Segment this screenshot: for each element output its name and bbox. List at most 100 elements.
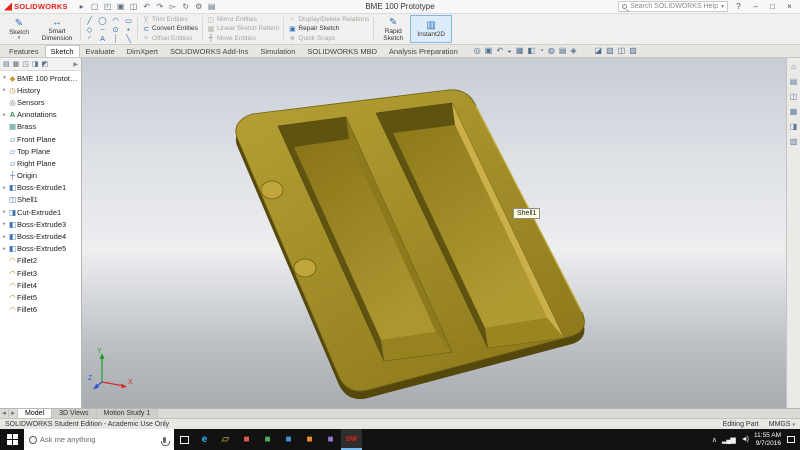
polygon-icon[interactable]: ◇ bbox=[83, 25, 96, 34]
tree-item[interactable]: ▦ Brass bbox=[1, 121, 81, 133]
view-settings-icon[interactable]: ◈ bbox=[570, 46, 576, 56]
redo-icon[interactable]: ↷ bbox=[154, 1, 166, 13]
app-green-icon[interactable]: ■ bbox=[257, 429, 278, 450]
app-purple-icon[interactable]: ■ bbox=[320, 429, 341, 450]
instant2d-button[interactable]: ▥ Instant2D bbox=[410, 15, 452, 43]
expand-caret-icon[interactable]: ▸ bbox=[1, 112, 8, 118]
featuremanager-tab[interactable]: ▤ bbox=[3, 60, 10, 68]
file-explorer-tab[interactable]: ◫ bbox=[790, 92, 798, 101]
sketch-text-icon[interactable]: A bbox=[96, 34, 109, 43]
task-view-button[interactable] bbox=[174, 429, 194, 450]
appearances-tab[interactable]: ◨ bbox=[790, 122, 798, 131]
tree-item[interactable]: ▸ ◷ History bbox=[1, 84, 81, 96]
network-icon[interactable]: ▂▄▆ bbox=[722, 436, 735, 444]
display-style-icon[interactable]: ◧ bbox=[527, 46, 535, 56]
options-icon[interactable]: ⚙ bbox=[193, 1, 205, 13]
new-document-icon[interactable]: ▢ bbox=[89, 1, 101, 13]
tree-item[interactable]: ▸ A Annotations bbox=[1, 109, 81, 121]
expand-caret-icon[interactable]: ▸ bbox=[1, 246, 8, 252]
open-icon[interactable]: ◰ bbox=[102, 1, 114, 13]
rim-boss-1[interactable] bbox=[261, 181, 283, 199]
tree-item[interactable]: ◠ Fillet4 bbox=[1, 279, 81, 291]
rebuild-icon[interactable]: ↻ bbox=[180, 1, 192, 13]
mirror-entities-button[interactable]: ◫ Mirror Entities bbox=[205, 15, 282, 24]
tree-item[interactable]: ┼ Origin bbox=[1, 170, 81, 182]
smart-dimension-button[interactable]: ↔ Smart Dimension bbox=[36, 15, 78, 43]
tree-item[interactable]: ▱ Right Plane bbox=[1, 157, 81, 169]
spline-icon[interactable]: ~ bbox=[96, 25, 109, 34]
tree-item[interactable]: ▸ ◧ Boss-Extrude5 bbox=[1, 243, 81, 255]
tab-scroll-left-icon[interactable]: ◂ bbox=[0, 409, 9, 418]
tree-item[interactable]: ▸ ◧ Boss-Extrude4 bbox=[1, 230, 81, 242]
centerline-icon[interactable]: ┆ bbox=[109, 34, 122, 43]
view-tool-icon[interactable]: ▨ bbox=[629, 46, 637, 56]
select-icon[interactable]: ▻ bbox=[167, 1, 179, 13]
app-blue-icon[interactable]: ■ bbox=[278, 429, 299, 450]
taskbar-clock[interactable]: 11:55 AM 9/7/2016 bbox=[754, 432, 781, 447]
print-icon[interactable]: ◫ bbox=[128, 1, 140, 13]
tree-item[interactable]: ◠ Fillet6 bbox=[1, 304, 81, 316]
trim-entities-button[interactable]: ╳ Trim Entities bbox=[140, 15, 200, 24]
tree-item[interactable]: ◠ Fillet3 bbox=[1, 267, 81, 279]
custom-properties-tab[interactable]: ▧ bbox=[790, 137, 798, 146]
display-delete-relations-button[interactable]: ⌐ Display/Delete Relations bbox=[286, 15, 371, 24]
tree-item[interactable]: ▱ Top Plane bbox=[1, 145, 81, 157]
configurationmanager-tab[interactable]: ◳ bbox=[22, 60, 29, 68]
menu-expand-icon[interactable]: ▸ bbox=[76, 1, 88, 13]
edge-icon[interactable]: e bbox=[194, 429, 215, 450]
expand-caret-icon[interactable]: ▸ bbox=[1, 234, 8, 240]
start-button[interactable] bbox=[0, 429, 24, 450]
help-button[interactable]: ? bbox=[732, 0, 745, 13]
tab-model[interactable]: Model bbox=[18, 409, 52, 418]
previous-view-icon[interactable]: ↶ bbox=[496, 46, 503, 56]
tab-solidworks-add-ins[interactable]: SOLIDWORKS Add-Ins bbox=[164, 45, 254, 57]
view-palette-tab[interactable]: ▦ bbox=[790, 107, 798, 116]
expand-caret-icon[interactable]: ▸ bbox=[1, 209, 8, 215]
arc-icon[interactable]: ◠ bbox=[109, 16, 122, 25]
taskbar-search-box[interactable]: Ask me anything bbox=[24, 429, 174, 450]
tree-item[interactable]: ◠ Fillet2 bbox=[1, 255, 81, 267]
file-properties-icon[interactable]: ▤ bbox=[206, 1, 218, 13]
tree-item[interactable]: ◠ Fillet5 bbox=[1, 291, 81, 303]
edit-appearance-icon[interactable]: ◍ bbox=[548, 46, 555, 56]
tree-item[interactable]: ◫ Shell1 bbox=[1, 194, 81, 206]
quick-snaps-button[interactable]: ◈ Quick Snaps bbox=[286, 34, 371, 43]
expand-caret-icon[interactable]: ▾ bbox=[1, 75, 8, 81]
tree-item[interactable]: ▸ ◧ Boss-Extrude1 bbox=[1, 182, 81, 194]
tab-motion-study-1[interactable]: Motion Study 1 bbox=[97, 409, 159, 418]
convert-entities-button[interactable]: ⊂ Convert Entities bbox=[140, 24, 200, 33]
maximize-button[interactable]: □ bbox=[766, 0, 779, 13]
linear-sketch-pattern-button[interactable]: ▦ Linear Sketch Pattern bbox=[205, 24, 282, 33]
line-icon[interactable]: ╱ bbox=[83, 16, 96, 25]
graphics-area[interactable]: Shell1 Y X Z bbox=[82, 58, 786, 408]
view-orientation-icon[interactable]: ▦ bbox=[516, 46, 524, 56]
solidworks-resources-tab[interactable]: ⌂ bbox=[791, 62, 796, 71]
search-caret-icon[interactable]: ▾ bbox=[721, 3, 724, 10]
expand-caret-icon[interactable]: ▸ bbox=[1, 221, 8, 227]
tree-item[interactable]: ▱ Front Plane bbox=[1, 133, 81, 145]
tree-item[interactable]: ▸ ◨ Cut-Extrude1 bbox=[1, 206, 81, 218]
chevron-up-icon[interactable]: ∧ bbox=[712, 436, 716, 444]
sketch-button[interactable]: ✎ Sketch ▾ bbox=[2, 15, 36, 43]
repair-sketch-button[interactable]: ▣ Repair Sketch bbox=[286, 24, 371, 33]
view-tool-icon[interactable]: ◫ bbox=[618, 46, 626, 56]
rapid-sketch-button[interactable]: ✎ Rapid Sketch bbox=[376, 15, 410, 43]
microphone-icon[interactable] bbox=[163, 437, 166, 443]
circle-icon[interactable]: ◯ bbox=[96, 16, 109, 25]
units-selector[interactable]: MMGS ▾ bbox=[769, 421, 795, 428]
volume-icon[interactable]: ◄) bbox=[741, 436, 748, 443]
save-icon[interactable]: ▣ bbox=[115, 1, 127, 13]
tree-item[interactable]: ◎ Sensors bbox=[1, 96, 81, 108]
offset-entities-button[interactable]: ≡ Offset Entities bbox=[140, 34, 200, 43]
zoom-area-icon[interactable]: ▣ bbox=[485, 46, 493, 56]
tab-scroll-right-icon[interactable]: ▸ bbox=[9, 409, 18, 418]
expand-caret-icon[interactable]: ▸ bbox=[1, 87, 8, 93]
sketch-fillet-icon[interactable]: ◜ bbox=[83, 34, 96, 43]
file-explorer-icon[interactable]: ▱ bbox=[215, 429, 236, 450]
tab-evaluate[interactable]: Evaluate bbox=[80, 45, 121, 57]
flyout-arrow-icon[interactable]: ▶ bbox=[73, 61, 78, 68]
view-tool-icon[interactable]: ◪ bbox=[595, 46, 603, 56]
tree-root-item[interactable]: ▾ ◆ BME 100 Prototype ( bbox=[1, 72, 81, 84]
tab-dimxpert[interactable]: DimXpert bbox=[121, 45, 164, 57]
undo-icon[interactable]: ↶ bbox=[141, 1, 153, 13]
